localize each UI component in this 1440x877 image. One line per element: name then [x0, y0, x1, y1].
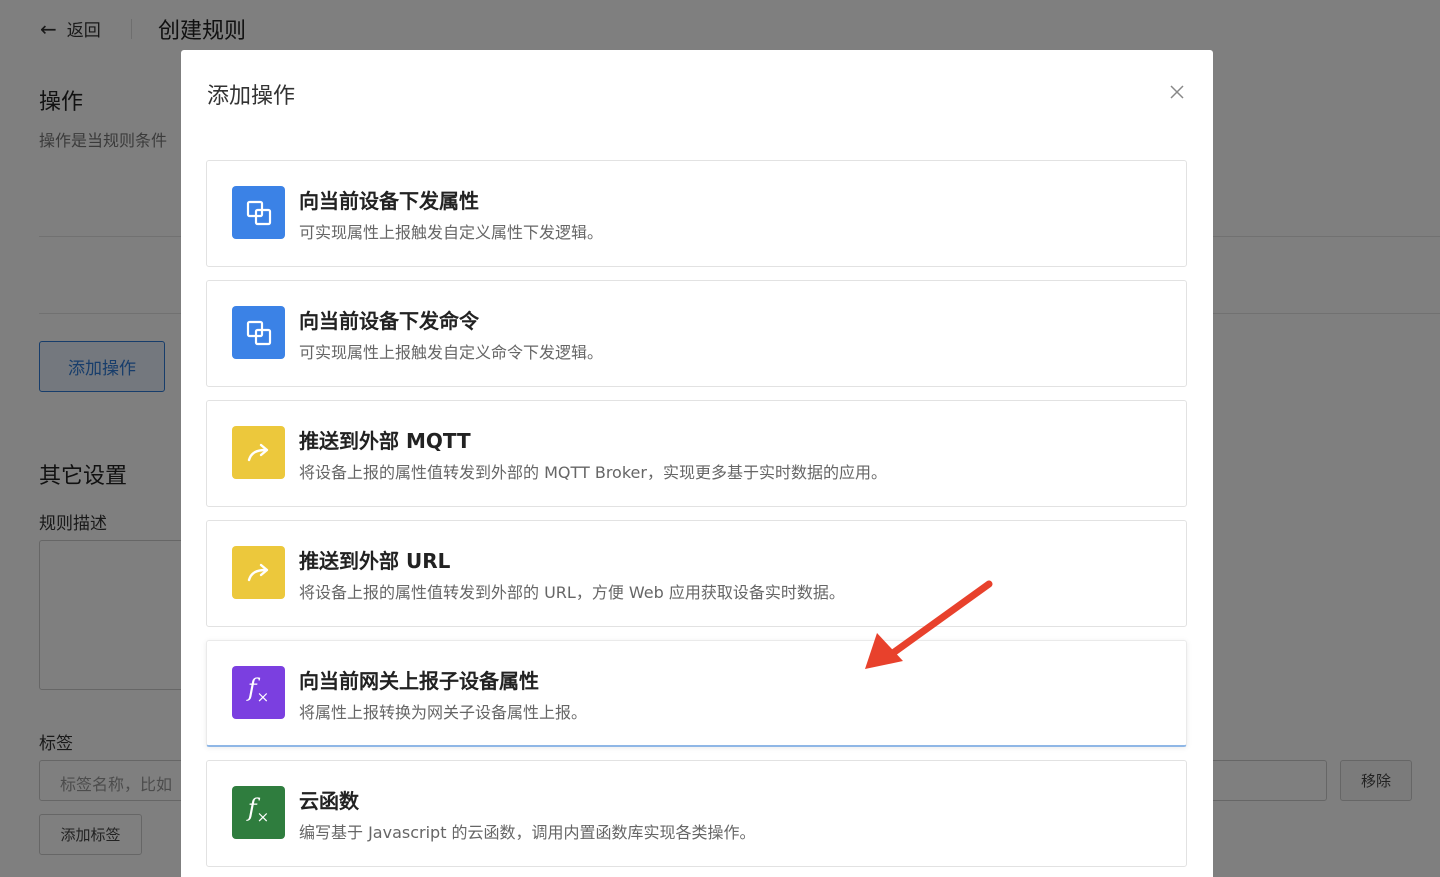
option-title: 推送到外部 URL [299, 549, 451, 573]
close-icon[interactable] [1165, 80, 1189, 104]
option-description: 可实现属性上报触发自定义命令下发逻辑。 [299, 343, 604, 362]
copy-icon [232, 186, 285, 239]
function-fx-icon: f× [232, 786, 285, 839]
option-description: 将设备上报的属性值转发到外部的 URL，方便 Web 应用获取设备实时数据。 [299, 583, 845, 602]
option-card-set-device-property[interactable]: 向当前设备下发属性 可实现属性上报触发自定义属性下发逻辑。 [206, 160, 1187, 267]
copy-icon [232, 306, 285, 359]
option-card-push-mqtt[interactable]: 推送到外部 MQTT 将设备上报的属性值转发到外部的 MQTT Broker，实… [206, 400, 1187, 507]
option-card-send-device-command[interactable]: 向当前设备下发命令 可实现属性上报触发自定义命令下发逻辑。 [206, 280, 1187, 387]
option-title: 向当前设备下发属性 [299, 189, 479, 213]
option-description: 将属性上报转换为网关子设备属性上报。 [299, 703, 588, 722]
function-fx-icon: f× [232, 666, 285, 719]
add-operation-modal: 添加操作 向当前设备下发属性 可实现属性上报触发自定义属性下发逻辑。 向当前设备… [181, 50, 1213, 877]
modal-title: 添加操作 [207, 84, 296, 109]
option-description: 可实现属性上报触发自定义属性下发逻辑。 [299, 223, 604, 242]
option-card-cloud-function[interactable]: f× 云函数 编写基于 Javascript 的云函数，调用内置函数库实现各类操… [206, 760, 1187, 867]
option-description: 将设备上报的属性值转发到外部的 MQTT Broker，实现更多基于实时数据的应… [299, 463, 887, 482]
annotation-arrow-icon [865, 580, 993, 669]
forward-arrow-icon [232, 426, 285, 479]
option-title: 向当前设备下发命令 [299, 309, 479, 333]
option-title: 云函数 [299, 789, 359, 813]
option-description: 编写基于 Javascript 的云函数，调用内置函数库实现各类操作。 [299, 823, 756, 842]
option-card-gateway-subdevice-property[interactable]: f× 向当前网关上报子设备属性 将属性上报转换为网关子设备属性上报。 [206, 640, 1187, 747]
option-card-push-url[interactable]: 推送到外部 URL 将设备上报的属性值转发到外部的 URL，方便 Web 应用获… [206, 520, 1187, 627]
option-title: 推送到外部 MQTT [299, 429, 471, 453]
option-title: 向当前网关上报子设备属性 [299, 669, 539, 693]
forward-arrow-icon [232, 546, 285, 599]
